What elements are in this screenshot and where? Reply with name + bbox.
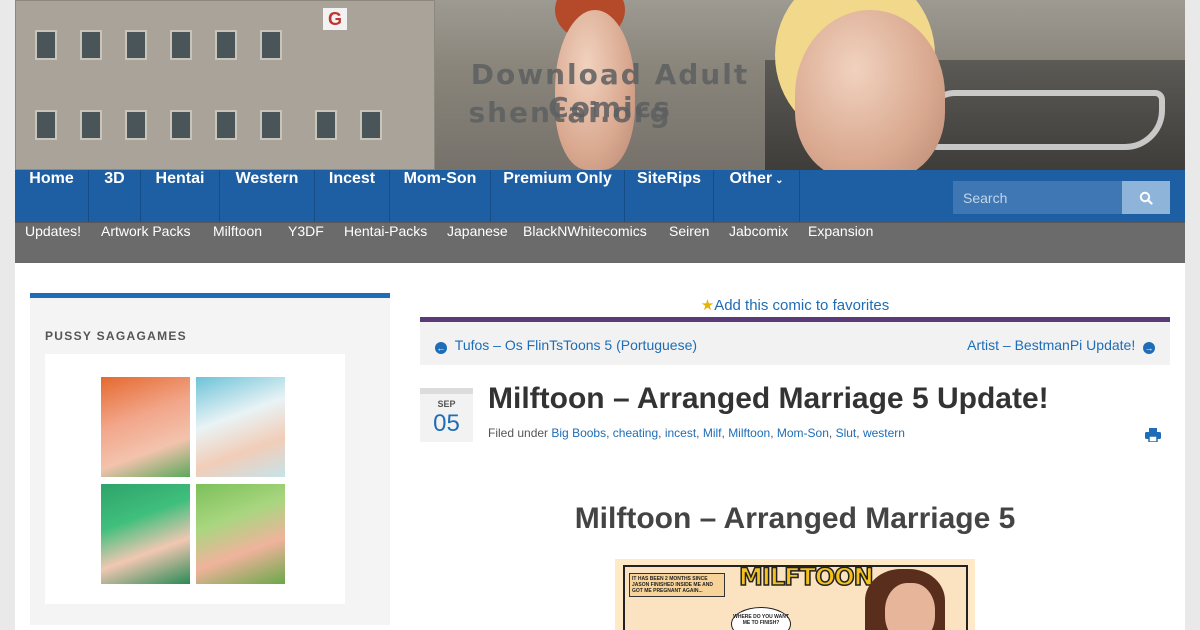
subnav-item-seiren[interactable]: Seiren bbox=[669, 223, 709, 263]
banner-subtitle: shentai.org bbox=[468, 96, 672, 129]
page: G Download Adult Comics shentai.org Home… bbox=[15, 0, 1185, 630]
post-date-month: SEP bbox=[437, 399, 456, 409]
filed-under-label: Filed under bbox=[488, 426, 549, 440]
category-link[interactable]: Mom-Son bbox=[777, 426, 829, 440]
subnav-item-japanese[interactable]: Japanese bbox=[447, 223, 508, 263]
post-title: Milftoon – Arranged Marriage 5 Update! bbox=[488, 382, 1049, 415]
nav-item-incest[interactable]: Incest bbox=[315, 170, 390, 222]
subnav-item-y3df[interactable]: Y3DF bbox=[288, 223, 324, 263]
category-link[interactable]: Big Boobs bbox=[551, 426, 606, 440]
nav-item-3d[interactable]: 3D bbox=[89, 170, 141, 222]
sidebar-widget: PUSSY SAGAGAMES bbox=[30, 293, 390, 625]
sidebar-ad[interactable] bbox=[45, 354, 345, 604]
content-heading: Milftoon – Arranged Marriage 5 bbox=[574, 502, 1016, 535]
header-banner[interactable]: G Download Adult Comics shentai.org bbox=[15, 0, 1185, 170]
nav-item-hentai[interactable]: Hentai bbox=[141, 170, 220, 222]
ad-thumbnail[interactable] bbox=[196, 377, 285, 477]
nav-item-other-label: Other bbox=[729, 170, 773, 187]
subnav-item-jabcomix[interactable]: Jabcomix bbox=[729, 223, 788, 263]
secondary-nav: Updates! Artwork Packs Milftoon Y3DF Hen… bbox=[15, 222, 1185, 263]
nav-item-mom-son[interactable]: Mom-Son bbox=[390, 170, 491, 222]
add-to-favorites-label: Add this comic to favorites bbox=[714, 297, 890, 314]
category-link[interactable]: western bbox=[863, 426, 905, 440]
nav-item-home[interactable]: Home bbox=[15, 170, 89, 222]
banner-figure-right bbox=[795, 10, 945, 170]
next-post-label: Artist – BestmanPi Update! bbox=[967, 337, 1136, 353]
arrow-right-circle-icon: → bbox=[1143, 342, 1155, 354]
nav-item-siterips[interactable]: SiteRips bbox=[625, 170, 714, 222]
nav-item-premium-only[interactable]: Premium Only bbox=[491, 170, 625, 222]
subnav-item-milftoon[interactable]: Milftoon bbox=[213, 223, 262, 263]
ad-thumbnail[interactable] bbox=[101, 484, 190, 584]
nav-item-other[interactable]: Other ⌄ bbox=[714, 170, 800, 222]
post-navigation: ← Tufos – Os FlinTsToons 5 (Portuguese) … bbox=[420, 317, 1170, 365]
post-date: SEP 05 bbox=[420, 388, 473, 442]
category-link[interactable]: Milftoon bbox=[728, 426, 770, 440]
category-link[interactable]: incest bbox=[665, 426, 696, 440]
subnav-item-blacknwhitecomics[interactable]: BlackNWhitecomics bbox=[523, 223, 647, 263]
category-link[interactable]: Milf bbox=[703, 426, 722, 440]
arrow-left-circle-icon: ← bbox=[435, 342, 447, 354]
ad-thumbnail[interactable] bbox=[196, 484, 285, 584]
comic-preview-image[interactable]: IT HAS BEEN 2 MONTHS SINCE JASON FINISHE… bbox=[615, 559, 975, 630]
milftoon-logo: MILFTOON bbox=[738, 562, 874, 592]
add-to-favorites-link[interactable]: ★Add this comic to favorites bbox=[420, 296, 1170, 314]
nav-item-western[interactable]: Western bbox=[220, 170, 315, 222]
category-link[interactable]: cheating bbox=[613, 426, 658, 440]
post-categories: Filed under Big Boobs, cheating, incest,… bbox=[488, 426, 905, 440]
comic-caption: IT HAS BEEN 2 MONTHS SINCE JASON FINISHE… bbox=[629, 573, 725, 597]
category-link[interactable]: Slut bbox=[836, 426, 857, 440]
search-input[interactable] bbox=[953, 181, 1122, 214]
previous-post-link[interactable]: ← Tufos – Os FlinTsToons 5 (Portuguese) bbox=[435, 337, 697, 354]
building-image bbox=[15, 0, 435, 170]
print-icon[interactable] bbox=[1145, 428, 1161, 442]
chevron-down-icon: ⌄ bbox=[775, 175, 784, 186]
star-icon: ★ bbox=[700, 297, 715, 314]
subnav-item-artwork-packs[interactable]: Artwork Packs bbox=[101, 223, 190, 263]
subnav-item-hentai-packs[interactable]: Hentai-Packs bbox=[344, 223, 427, 263]
widget-title: PUSSY SAGAGAMES bbox=[45, 329, 187, 343]
previous-post-label: Tufos – Os FlinTsToons 5 (Portuguese) bbox=[454, 337, 698, 353]
search-icon bbox=[1139, 191, 1153, 205]
banner-sign: G bbox=[323, 8, 347, 30]
ad-thumbnail[interactable] bbox=[101, 377, 190, 477]
subnav-item-updates[interactable]: Updates! bbox=[25, 223, 81, 263]
post-date-day: 05 bbox=[433, 410, 460, 437]
search-button[interactable] bbox=[1122, 181, 1170, 214]
next-post-link[interactable]: Artist – BestmanPi Update! → bbox=[967, 337, 1155, 354]
main-nav: Home 3D Hentai Western Incest Mom-Son Pr… bbox=[15, 170, 1185, 222]
subnav-item-expansion[interactable]: Expansion bbox=[808, 223, 873, 263]
